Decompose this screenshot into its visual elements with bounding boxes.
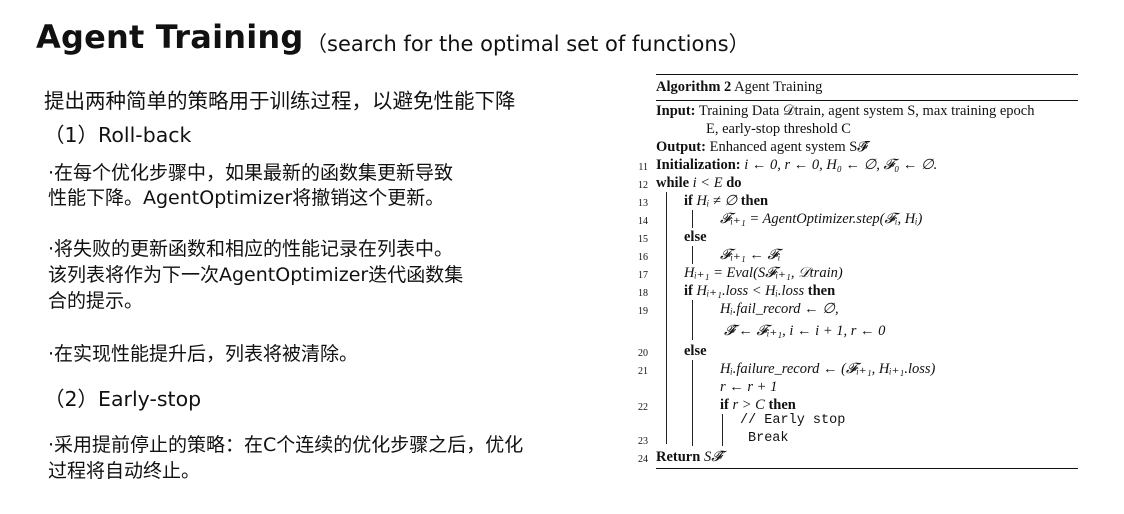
- statement: r > C: [732, 397, 765, 413]
- statement: 𝓕̂ ← 𝓕ᵢ₊₁, i ← i + 1, r ← 0: [724, 323, 886, 339]
- rollback-point-1-line-2: 性能下降。AgentOptimizer将撤销这个更新。: [48, 187, 445, 209]
- algo-line: 13 if Hᵢ ≠ ∅ then: [638, 192, 769, 210]
- statement: r ← r + 1: [720, 379, 778, 395]
- comment: // Early stop: [740, 413, 846, 428]
- algo-line: 11 Initialization: i ← 0, r ← 0, H₀ ← ∅,…: [638, 156, 938, 174]
- statement: Hᵢ.fail_record ← ∅,: [720, 301, 839, 317]
- statement: Hᵢ₊₁ = Eval(S𝓕ᵢ₊₁, 𝒟train): [684, 265, 843, 281]
- algorithm-top-rule: [656, 74, 1078, 75]
- line-number: 11: [638, 162, 648, 173]
- statement: i < E: [692, 175, 723, 191]
- line-number: 13: [638, 198, 648, 209]
- output-label: Output:: [656, 139, 706, 155]
- keyword: else: [684, 343, 707, 359]
- line-number: 23: [638, 436, 648, 447]
- algo-line: // Early stop: [740, 412, 845, 430]
- algo-line: 18 if Hᵢ₊₁.loss < Hᵢ.loss then: [638, 282, 836, 300]
- line-number: 12: [638, 180, 648, 191]
- line-number: 22: [638, 402, 648, 413]
- line-number: 19: [638, 306, 648, 317]
- statement: Break: [748, 431, 789, 446]
- algo-line: 15 else: [638, 228, 707, 246]
- keyword: if: [684, 193, 693, 209]
- line-number: 15: [638, 234, 648, 245]
- else-block-guide: [692, 246, 693, 264]
- keyword: Initialization:: [656, 157, 741, 173]
- line-number: 14: [638, 216, 648, 227]
- statement: i ← 0, r ← 0, H₀ ← ∅, 𝓕₀ ← ∅.: [744, 157, 938, 173]
- rollback-point-2-line-2: 该列表将作为下一次AgentOptimizer迭代函数集: [48, 264, 464, 286]
- keyword: else: [684, 229, 707, 245]
- earlystop-point-1-line-2: 过程将自动终止。: [48, 460, 201, 482]
- algorithm-caption-text: Agent Training: [734, 79, 823, 95]
- statement: 𝓕ᵢ₊₁ = AgentOptimizer.step(𝓕ᵢ, Hᵢ): [720, 211, 923, 227]
- algo-line: 12 while i < E do: [638, 174, 742, 192]
- rollback-point-3: ·在实现性能提升后，列表将被清除。: [48, 343, 359, 365]
- earlystop-heading: （2）Early-stop: [44, 387, 202, 411]
- line-number: 18: [638, 288, 648, 299]
- rollback-point-2-line-1: ·将失败的更新函数和相应的性能记录在列表中。: [48, 238, 454, 260]
- keyword: if: [720, 397, 729, 413]
- line-number: 17: [638, 270, 648, 281]
- algorithm-caption-label: Algorithm 2: [656, 79, 732, 95]
- statement: Hᵢ ≠ ∅: [696, 193, 738, 209]
- keyword: then: [768, 397, 796, 413]
- algorithm-bottom-rule: [656, 468, 1078, 469]
- statement: 𝓕ᵢ₊₁ ← 𝓕ᵢ: [720, 247, 781, 263]
- rollback-heading: （1）Roll-back: [44, 123, 192, 147]
- keyword: if: [684, 283, 693, 299]
- intro-text: 提出两种简单的策略用于训练过程，以避免性能下降: [44, 89, 516, 113]
- algorithm-caption: Algorithm 2 Agent Training: [656, 78, 822, 96]
- else-loss-block-guide: [692, 360, 693, 446]
- algo-line: 19 Hᵢ.fail_record ← ∅,: [638, 300, 839, 318]
- if-block-guide: [692, 210, 693, 228]
- input-line-2: E, early-stop threshold C: [706, 121, 851, 137]
- rollback-point-1-line-1: ·在每个优化步骤中，如果最新的函数集更新导致: [48, 162, 454, 184]
- input-line-1: Training Data 𝒟train, agent system S, ma…: [698, 103, 1035, 119]
- algo-line: 23 Break: [638, 430, 789, 448]
- algorithm-mid-rule: [656, 100, 1078, 101]
- early-stop-block-guide: [722, 414, 723, 446]
- statement: Hᵢ₊₁.loss < Hᵢ.loss: [696, 283, 805, 299]
- statement: Hᵢ.failure_record ← (𝓕ᵢ₊₁, Hᵢ₊₁.loss): [720, 361, 936, 377]
- algo-line: 16 𝓕ᵢ₊₁ ← 𝓕ᵢ: [638, 246, 781, 264]
- algo-line: 14 𝓕ᵢ₊₁ = AgentOptimizer.step(𝓕ᵢ, Hᵢ): [638, 210, 923, 228]
- algorithm-input: Input: Training Data 𝒟train, agent syste…: [656, 102, 1035, 120]
- input-label: Input:: [656, 103, 696, 119]
- slide-subtitle: （search for the optimal set of functions…: [306, 32, 750, 56]
- output-text: Enhanced agent system S𝓕̂: [709, 139, 869, 155]
- line-number: 21: [638, 366, 648, 377]
- algo-line: 𝓕̂ ← 𝓕ᵢ₊₁, i ← i + 1, r ← 0: [724, 322, 885, 340]
- slide-title: Agent Training: [36, 18, 304, 56]
- keyword: Return: [656, 449, 701, 465]
- statement: S𝓕̂: [703, 449, 722, 465]
- algo-line: 24 Return S𝓕̂: [638, 448, 722, 466]
- line-number: 16: [638, 252, 648, 263]
- algo-line: r ← r + 1: [720, 378, 777, 396]
- if-loss-block-guide: [692, 300, 693, 340]
- line-number: 20: [638, 348, 648, 359]
- algo-line: 17 Hᵢ₊₁ = Eval(S𝓕ᵢ₊₁, 𝒟train): [638, 264, 843, 282]
- earlystop-point-1-line-1: ·采用提前停止的策略：在C个连续的优化步骤之后，优化: [48, 434, 524, 456]
- algorithm-output: Output: Enhanced agent system S𝓕̂: [656, 138, 868, 156]
- algo-line: 21 Hᵢ.failure_record ← (𝓕ᵢ₊₁, Hᵢ₊₁.loss): [638, 360, 936, 378]
- keyword: while: [656, 175, 690, 191]
- line-number: 24: [638, 454, 648, 465]
- keyword: do: [726, 175, 742, 191]
- rollback-point-2-line-3: 合的提示。: [48, 290, 144, 312]
- keyword: then: [740, 193, 769, 209]
- algo-line: 20 else: [638, 342, 707, 360]
- keyword: then: [807, 283, 836, 299]
- while-block-guide: [666, 192, 667, 444]
